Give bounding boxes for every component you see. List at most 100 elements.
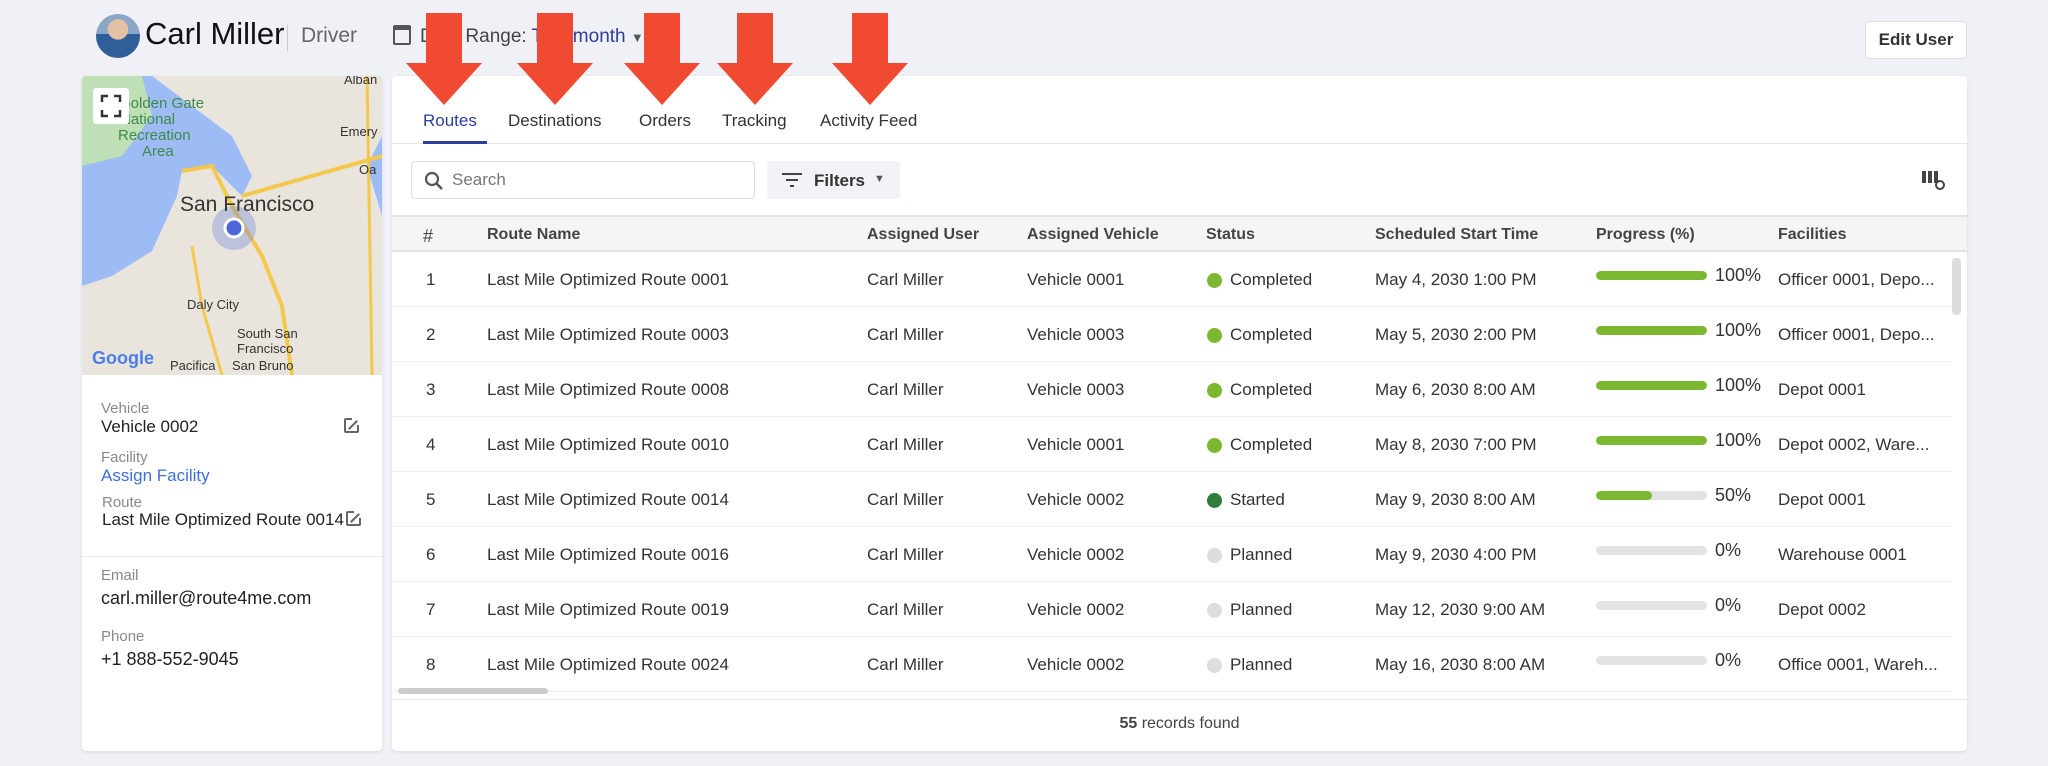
- route-name[interactable]: Last Mile Optimized Route 0008: [487, 380, 729, 400]
- row-number: 6: [426, 545, 436, 564]
- progress-label: 100%: [1715, 320, 1762, 340]
- tab-activity-feed[interactable]: Activity Feed: [820, 111, 917, 131]
- row-number: 8: [426, 655, 436, 674]
- external-link-icon[interactable]: [346, 510, 362, 526]
- routes-panel: Routes Destinations Orders Tracking Acti…: [392, 76, 1967, 751]
- status-dot-icon: [1207, 328, 1222, 343]
- assign-facility-link[interactable]: Assign Facility: [101, 466, 210, 486]
- column-header[interactable]: Scheduled Start Time: [1375, 226, 1538, 244]
- progress-label: 0%: [1715, 540, 1742, 560]
- assigned-vehicle: Vehicle 0002: [1027, 655, 1125, 674]
- facilities: Officer 0001, Depo...: [1778, 325, 1935, 344]
- facilities: Depot 0002: [1778, 600, 1866, 619]
- filters-button[interactable]: Filters ▼: [767, 161, 900, 199]
- scheduled-start: May 16, 2030 8:00 AM: [1375, 655, 1546, 674]
- column-header[interactable]: Status: [1206, 226, 1255, 244]
- map-label: Emery: [340, 124, 378, 139]
- row-number: 7: [426, 600, 436, 619]
- phone-label: Phone: [101, 628, 145, 645]
- progress-bar: [1596, 381, 1707, 390]
- progress-bar: [1596, 491, 1707, 500]
- table-row[interactable]: 1 Last Mile Optimized Route 0001 Carl Mi…: [392, 252, 1952, 307]
- table-row[interactable]: 4 Last Mile Optimized Route 0010 Carl Mi…: [392, 417, 1952, 472]
- column-header[interactable]: Assigned Vehicle: [1027, 226, 1159, 244]
- divider: [392, 699, 1967, 700]
- status: Completed: [1230, 270, 1313, 289]
- route-name[interactable]: Last Mile Optimized Route 0014: [487, 490, 729, 510]
- table-row[interactable]: 7 Last Mile Optimized Route 0019 Carl Mi…: [392, 582, 1952, 637]
- tab-routes[interactable]: Routes: [423, 111, 477, 131]
- table-row[interactable]: 5 Last Mile Optimized Route 0014 Carl Mi…: [392, 472, 1952, 527]
- progress-label: 0%: [1715, 650, 1742, 670]
- assigned-user: Carl Miller: [867, 600, 944, 619]
- external-link-icon[interactable]: [344, 417, 360, 433]
- progress-label: 100%: [1715, 430, 1762, 450]
- route-name[interactable]: Last Mile Optimized Route 0003: [487, 325, 729, 345]
- progress-bar: [1596, 656, 1707, 665]
- assigned-vehicle: Vehicle 0001: [1027, 270, 1125, 289]
- map[interactable]: Golden Gate National Recreation Area San…: [82, 76, 382, 375]
- red-arrow-icon: [406, 13, 482, 105]
- horizontal-scrollbar[interactable]: [398, 688, 548, 694]
- table-row[interactable]: 2 Last Mile Optimized Route 0003 Carl Mi…: [392, 307, 1952, 362]
- red-arrow-icon: [624, 13, 700, 105]
- route-name[interactable]: Last Mile Optimized Route 0010: [487, 435, 729, 455]
- column-header[interactable]: #: [423, 226, 433, 247]
- route-name[interactable]: Last Mile Optimized Route 0016: [487, 545, 729, 565]
- assigned-vehicle: Vehicle 0003: [1027, 380, 1125, 399]
- assigned-vehicle: Vehicle 0002: [1027, 600, 1125, 619]
- avatar: [96, 14, 140, 58]
- assigned-vehicle: Vehicle 0001: [1027, 435, 1125, 454]
- vertical-scrollbar[interactable]: [1952, 258, 1961, 315]
- assigned-user: Carl Miller: [867, 270, 944, 289]
- table-row[interactable]: 3 Last Mile Optimized Route 0008 Carl Mi…: [392, 362, 1952, 417]
- assigned-user: Carl Miller: [867, 325, 944, 344]
- scheduled-start: May 6, 2030 8:00 AM: [1375, 380, 1536, 399]
- facilities: Depot 0001: [1778, 380, 1866, 399]
- column-settings-icon[interactable]: [1922, 169, 1946, 191]
- route-name[interactable]: Last Mile Optimized Route 0001: [487, 270, 729, 290]
- progress-bar: [1596, 436, 1707, 445]
- status-dot-icon: [1207, 603, 1222, 618]
- divider: [82, 556, 382, 557]
- progress-bar: [1596, 271, 1707, 280]
- phone-value: +1 888-552-9045: [101, 649, 239, 669]
- active-tab-indicator: [423, 141, 487, 144]
- facilities: Warehouse 0001: [1778, 545, 1907, 564]
- map-label: San Francisco: [180, 193, 314, 216]
- row-number: 3: [426, 380, 436, 399]
- status: Planned: [1230, 545, 1293, 564]
- fullscreen-button[interactable]: [93, 88, 129, 124]
- tab-destinations[interactable]: Destinations: [508, 111, 602, 131]
- scheduled-start: May 9, 2030 4:00 PM: [1375, 545, 1537, 564]
- search-box[interactable]: [411, 161, 755, 199]
- map-label: Area: [142, 143, 174, 160]
- route-name[interactable]: Last Mile Optimized Route 0024: [487, 655, 729, 675]
- status: Started: [1230, 490, 1285, 509]
- records-count-number: 55: [1119, 715, 1138, 732]
- route-name[interactable]: Last Mile Optimized Route 0019: [487, 600, 729, 620]
- status-dot-icon: [1207, 273, 1222, 288]
- column-header[interactable]: Assigned User: [867, 226, 979, 244]
- edit-user-button[interactable]: Edit User: [1865, 21, 1967, 59]
- table-row[interactable]: 6 Last Mile Optimized Route 0016 Carl Mi…: [392, 527, 1952, 582]
- route-value: Last Mile Optimized Route 0014: [102, 510, 344, 529]
- red-arrow-icon: [517, 13, 593, 105]
- facilities: Depot 0001: [1778, 490, 1866, 509]
- column-header[interactable]: Facilities: [1778, 226, 1846, 244]
- table-row[interactable]: 8 Last Mile Optimized Route 0024 Carl Mi…: [392, 637, 1952, 692]
- vehicle-value: Vehicle 0002: [101, 417, 199, 436]
- facility-label: Facility: [101, 449, 148, 466]
- assigned-vehicle: Vehicle 0003: [1027, 325, 1125, 344]
- assigned-user: Carl Miller: [867, 545, 944, 564]
- tab-orders[interactable]: Orders: [639, 111, 691, 131]
- column-header[interactable]: Route Name: [487, 226, 580, 244]
- column-header[interactable]: Progress (%): [1596, 226, 1695, 244]
- facilities: Office 0001, Wareh...: [1778, 655, 1938, 674]
- red-arrow-icon: [832, 13, 908, 105]
- search-input[interactable]: [452, 170, 742, 190]
- map-label: Oa: [359, 162, 377, 177]
- status-dot-icon: [1207, 383, 1222, 398]
- status-dot-icon: [1207, 658, 1222, 673]
- tab-tracking[interactable]: Tracking: [722, 111, 787, 131]
